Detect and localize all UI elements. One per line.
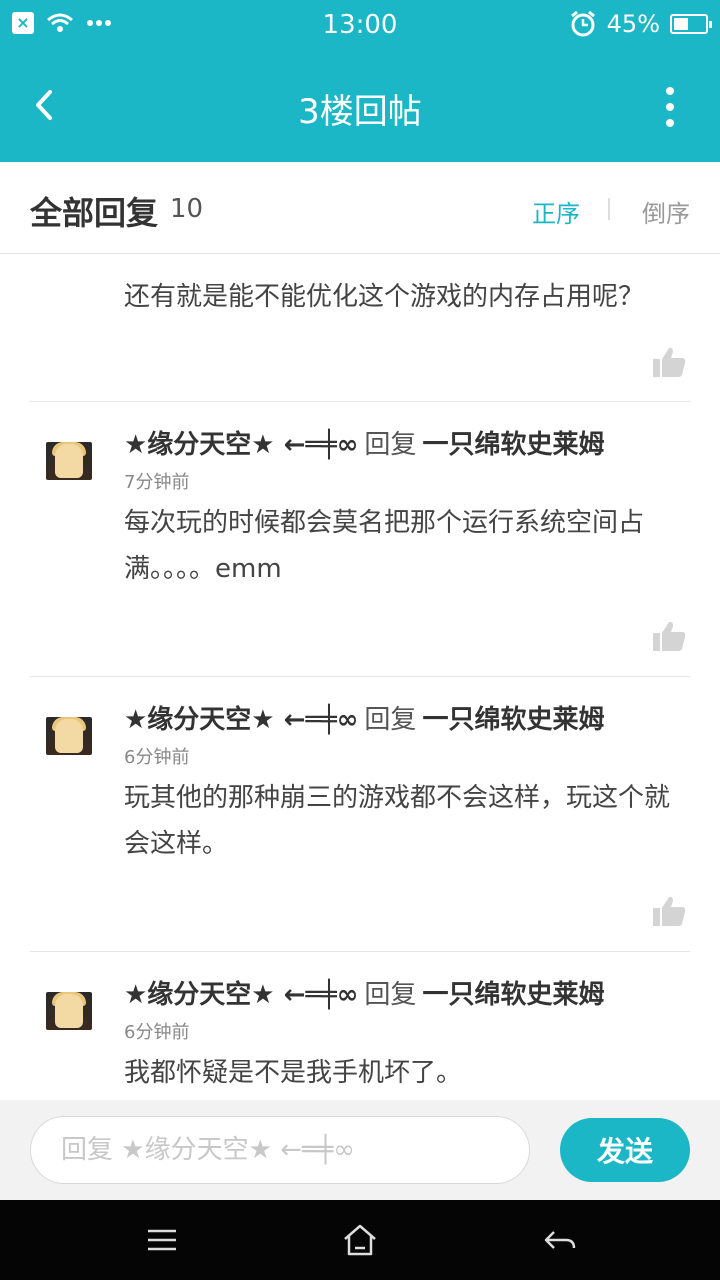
- page-title: 3楼回帖: [298, 92, 422, 132]
- thumbs-up-icon[interactable]: [652, 895, 686, 927]
- avatar[interactable]: [46, 442, 92, 480]
- thumbs-up-icon[interactable]: [652, 346, 686, 378]
- home-icon[interactable]: [340, 1222, 380, 1258]
- reply-to-name[interactable]: 一只绵软史莱姆: [422, 705, 604, 735]
- reply-sort-bar: 全部回复 10 正序 倒序: [0, 162, 720, 254]
- reply-word: 回复: [364, 980, 417, 1010]
- send-button[interactable]: 发送: [560, 1118, 690, 1182]
- author-name[interactable]: ★缘分天空★ ←═╪∞: [124, 430, 358, 460]
- thumbs-up-icon[interactable]: [652, 620, 686, 652]
- reply-bar: 发送: [0, 1100, 720, 1200]
- alarm-icon: [570, 10, 595, 37]
- reply-input[interactable]: [30, 1116, 530, 1184]
- reply-content: 每次玩的时候都会莫名把那个运行系统空间占满。。。。emm: [124, 508, 645, 584]
- reply-meta: ★缘分天空★ ←═╪∞ 回复 一只绵软史莱姆: [124, 699, 690, 736]
- reply-to-name[interactable]: 一只绵软史莱姆: [422, 980, 604, 1010]
- all-replies-title: 全部回复: [30, 194, 159, 232]
- reply-word: 回复: [364, 430, 417, 460]
- avatar[interactable]: [46, 717, 92, 755]
- status-bar: × 13:00 45%: [0, 0, 720, 52]
- avatar[interactable]: [46, 992, 92, 1030]
- back-icon[interactable]: [540, 1222, 580, 1258]
- list-item: 还有就是能不能优化这个游戏的内存占用呢？: [30, 254, 690, 402]
- reply-meta: ★缘分天空★ ←═╪∞ 回复 一只绵软史莱姆: [124, 974, 690, 1011]
- list-item: ★缘分天空★ ←═╪∞ 回复 一只绵软史莱姆 6分钟前 我都怀疑是不是我手机坏了。: [30, 952, 690, 1100]
- reply-time: 7分钟前: [124, 472, 190, 493]
- system-nav-bar: [0, 1200, 720, 1280]
- list-item: ★缘分天空★ ←═╪∞ 回复 一只绵软史莱姆 7分钟前 每次玩的时候都会莫名把那个运…: [30, 402, 690, 677]
- author-name[interactable]: ★缘分天空★ ←═╪∞: [124, 980, 358, 1010]
- reply-to-name[interactable]: 一只绵软史莱姆: [422, 430, 604, 460]
- sort-descending-tab[interactable]: 倒序: [642, 194, 690, 229]
- reply-time: 6分钟前: [124, 1022, 190, 1043]
- reply-content: 我都怀疑是不是我手机坏了。: [124, 1058, 463, 1088]
- reply-time: 6分钟前: [124, 747, 190, 768]
- battery-icon: [670, 14, 712, 34]
- more-vertical-icon[interactable]: [660, 84, 680, 130]
- reply-list[interactable]: 还有就是能不能优化这个游戏的内存占用呢？ ★缘分天空★ ←═╪∞ 回复 一只绵软史莱…: [0, 254, 720, 1100]
- list-item: ★缘分天空★ ←═╪∞ 回复 一只绵软史莱姆 6分钟前 玩其他的那种崩三的游戏都不会…: [30, 677, 690, 952]
- menu-icon[interactable]: [142, 1222, 182, 1258]
- battery-percent: 45%: [606, 10, 660, 38]
- reply-count: 10: [170, 194, 204, 224]
- nav-bar: 3楼回帖: [0, 52, 720, 162]
- sort-divider: [608, 198, 610, 220]
- author-name[interactable]: ★缘分天空★ ←═╪∞: [124, 705, 358, 735]
- reply-word: 回复: [364, 705, 417, 735]
- status-right-icons: 45%: [569, 10, 712, 38]
- sort-ascending-tab[interactable]: 正序: [532, 194, 580, 229]
- reply-content: 还有就是能不能优化这个游戏的内存占用呢？: [124, 282, 645, 312]
- reply-meta: ★缘分天空★ ←═╪∞ 回复 一只绵软史莱姆: [124, 424, 690, 461]
- reply-content: 玩其他的那种崩三的游戏都不会这样，玩这个就会这样。: [124, 783, 671, 859]
